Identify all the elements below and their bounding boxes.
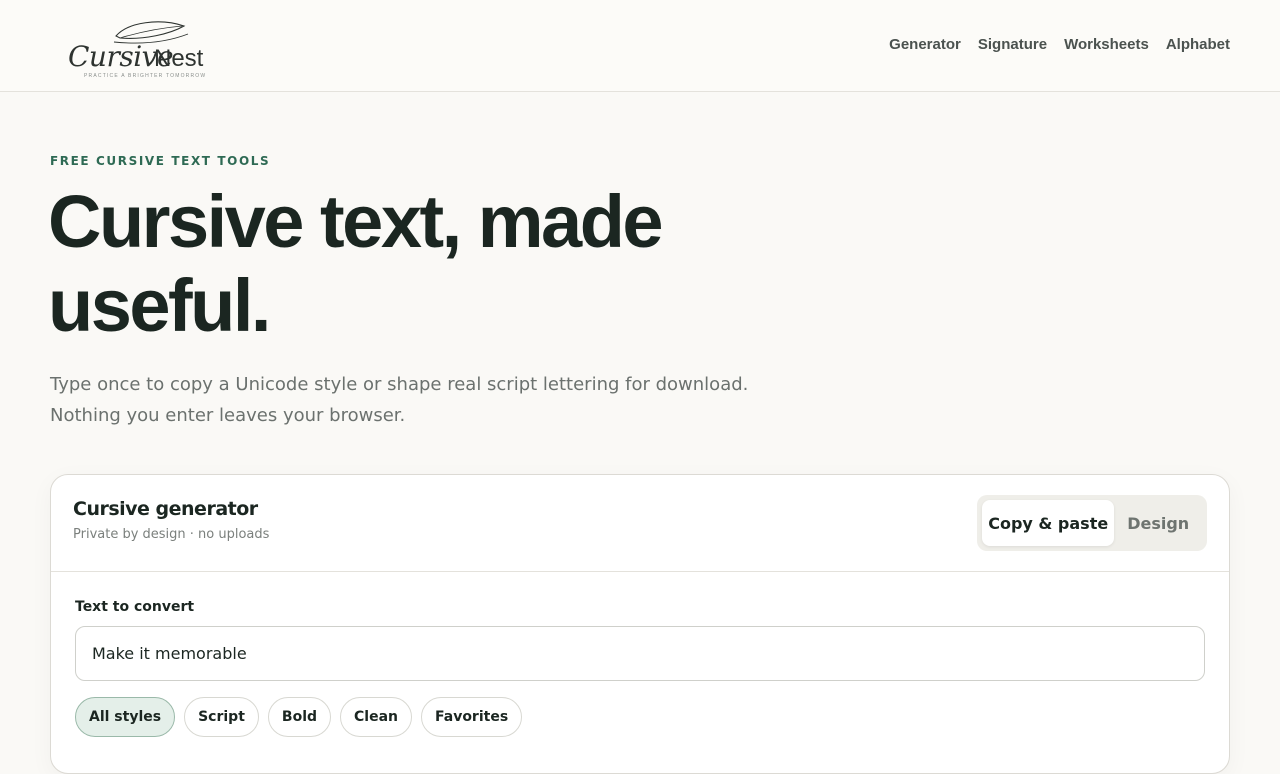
text-to-convert-input[interactable]: [75, 626, 1205, 681]
filter-chip-all-styles[interactable]: All styles: [75, 697, 176, 737]
generator-card-header: Cursive generator Private by design · no…: [51, 475, 1229, 572]
filter-chip-script[interactable]: Script: [184, 697, 259, 737]
nav-link-alphabet[interactable]: Alphabet: [1166, 36, 1230, 53]
design-mode-button[interactable]: Design: [1114, 500, 1202, 546]
generator-title: Cursive generator: [73, 498, 258, 520]
mode-toggle: Copy & paste Design: [977, 495, 1207, 551]
nav-link-worksheets[interactable]: Worksheets: [1064, 36, 1149, 53]
hero-eyebrow: FREE CURSIVE TEXT TOOLS: [50, 154, 271, 168]
nav-link-generator[interactable]: Generator: [889, 36, 961, 53]
style-filter-chips: All styles Script Bold Clean Favorites: [75, 697, 523, 737]
filter-chip-clean[interactable]: Clean: [340, 697, 412, 737]
logo-wordmark-nest: Nest: [154, 45, 204, 72]
input-label: Text to convert: [75, 599, 195, 615]
main-nav: Generator Signature Worksheets Alphabet: [889, 36, 1230, 53]
hero-subtitle: Type once to copy a Unicode style or sha…: [50, 374, 749, 426]
hero-title: Cursive text, made useful.: [48, 180, 664, 347]
site-header: Cursive Nest PRACTICE A BRIGHTER TOMORRO…: [0, 0, 1280, 92]
filter-chip-favorites[interactable]: Favorites: [421, 697, 523, 737]
filter-chip-bold[interactable]: Bold: [267, 697, 332, 737]
generator-card: Cursive generator Private by design · no…: [50, 474, 1230, 774]
copy-paste-mode-button[interactable]: Copy & paste: [982, 500, 1115, 546]
logo-tagline: PRACTICE A BRIGHTER TOMORROW: [84, 73, 207, 79]
privacy-note: Private by design · no uploads: [73, 527, 270, 542]
brand-logo[interactable]: Cursive Nest PRACTICE A BRIGHTER TOMORRO…: [62, 14, 222, 82]
nav-link-signature[interactable]: Signature: [978, 36, 1047, 53]
